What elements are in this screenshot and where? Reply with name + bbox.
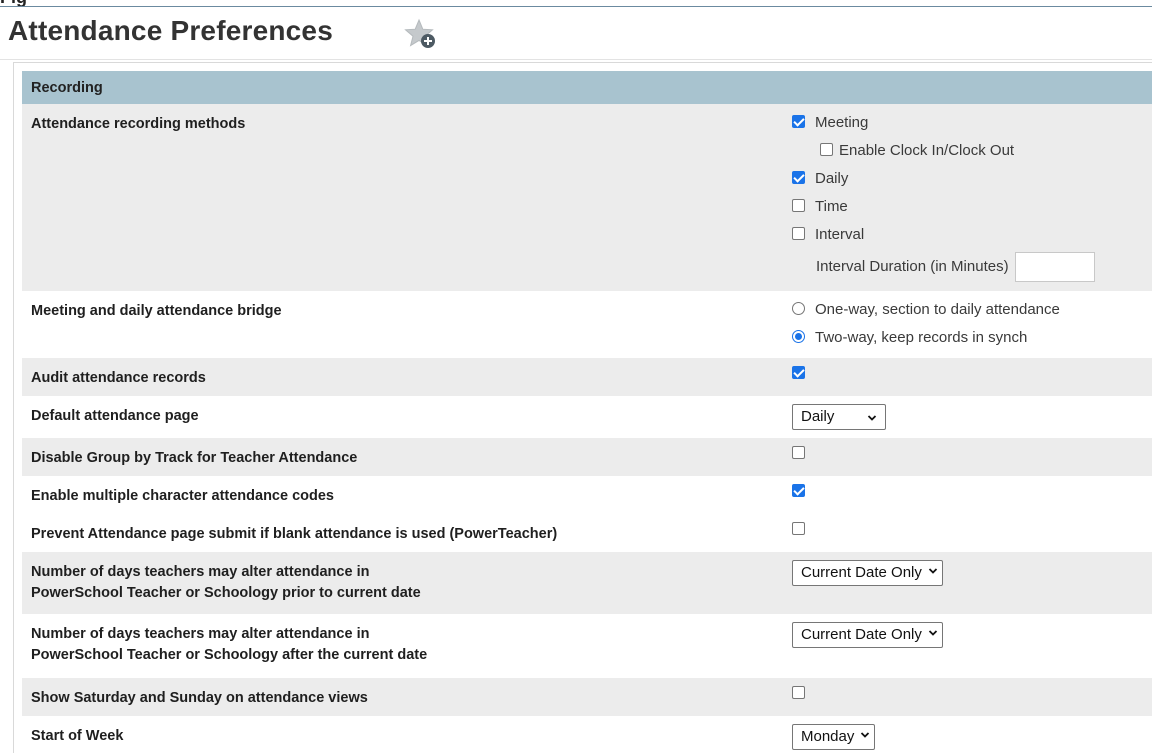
row-start-of-week: Start of Week Monday [22,716,1152,756]
audit-label: Audit attendance records [22,358,792,396]
daily-checkbox[interactable] [792,170,805,184]
weekend-label: Show Saturday and Sunday on attendance v… [22,678,792,716]
days-prior-label-line1: Number of days teachers may alter attend… [31,564,370,580]
recording-methods-label: Attendance recording methods [22,104,792,291]
row-audit: Audit attendance records [22,358,1152,396]
meeting-label: Meeting [815,114,869,131]
days-after-label-line2: PowerSchool Teacher or Schoology after t… [31,647,428,663]
default-page-select[interactable]: Daily [792,404,886,430]
page-header: Attendance Preferences [0,6,1152,60]
daily-option[interactable]: Daily [792,168,1152,196]
clock-option[interactable]: Enable Clock In/Clock Out [792,140,1152,168]
preferences-table: Recording Attendance recording methods M… [22,71,1152,756]
audit-checkbox[interactable] [792,365,805,379]
default-page-value: Daily [801,408,835,425]
interval-option[interactable]: Interval [792,224,1152,252]
chevron-down-icon [861,732,870,738]
days-prior-label-line2: PowerSchool Teacher or Schoology prior t… [31,585,421,601]
two-way-label: Two-way, keep records in synch [815,329,1028,346]
time-label: Time [815,198,848,215]
weekend-checkbox[interactable] [792,685,805,699]
prevent-submit-checkbox[interactable] [792,521,805,535]
bridge-two-way-option[interactable]: Two-way, keep records in synch [792,327,1152,355]
chevron-down-icon [928,568,938,574]
days-prior-select[interactable]: Current Date Only [792,560,943,586]
prevent-submit-label: Prevent Attendance page submit if blank … [31,526,558,542]
row-multi-char-codes: Enable multiple character attendance cod… [22,476,1152,514]
start-week-select[interactable]: Monday [792,724,876,750]
two-way-radio[interactable] [792,329,805,343]
start-week-value: Monday [801,728,855,745]
time-checkbox[interactable] [792,198,805,212]
meeting-checkbox[interactable] [792,114,805,128]
interval-duration-input[interactable] [1014,252,1095,283]
bridge-one-way-option[interactable]: One-way, section to daily attendance [792,299,1152,327]
row-days-after: Number of days teachers may alter attend… [22,614,1152,678]
interval-checkbox[interactable] [792,226,805,240]
section-title: Recording [22,71,1152,104]
days-after-label-line1: Number of days teachers may alter attend… [31,626,370,642]
row-weekend: Show Saturday and Sunday on attendance v… [22,678,1152,716]
page-title: Attendance Preferences [8,15,333,46]
days-prior-value: Current Date Only [801,564,922,581]
daily-label: Daily [815,170,849,187]
section-header: Recording [22,71,1152,104]
chevron-down-icon [867,415,877,421]
time-option[interactable]: Time [792,196,1152,224]
start-week-label: Start of Week [31,728,124,744]
one-way-label: One-way, section to daily attendance [815,301,1060,318]
interval-duration-row: Interval Duration (in Minutes) [792,252,1152,286]
interval-duration-label: Interval Duration (in Minutes) [816,258,1009,275]
disable-group-checkbox[interactable] [792,445,805,459]
chevron-down-icon [928,630,938,636]
interval-label: Interval [815,226,865,243]
row-prevent-submit: Prevent Attendance page submit if blank … [22,514,1152,552]
clock-in-out-checkbox[interactable] [820,142,833,156]
days-after-value: Current Date Only [801,626,922,643]
multi-char-label: Enable multiple character attendance cod… [31,488,334,504]
multi-char-checkbox[interactable] [792,483,805,497]
star-plus-icon[interactable] [403,17,439,51]
row-attendance-bridge: Meeting and daily attendance bridge One-… [22,291,1152,358]
bridge-label: Meeting and daily attendance bridge [31,303,282,319]
meeting-option[interactable]: Meeting [792,112,1152,140]
clock-label: Enable Clock In/Clock Out [839,142,1015,159]
row-recording-methods: Attendance recording methods Meeting Ena… [22,104,1152,291]
one-way-radio[interactable] [792,301,805,315]
row-days-prior: Number of days teachers may alter attend… [22,552,1152,614]
default-page-label: Default attendance page [31,408,199,424]
disable-group-label: Disable Group by Track for Teacher Atten… [22,438,792,476]
row-default-page: Default attendance page Daily [22,396,1152,438]
row-disable-group: Disable Group by Track for Teacher Atten… [22,438,1152,476]
days-after-select[interactable]: Current Date Only [792,622,943,648]
